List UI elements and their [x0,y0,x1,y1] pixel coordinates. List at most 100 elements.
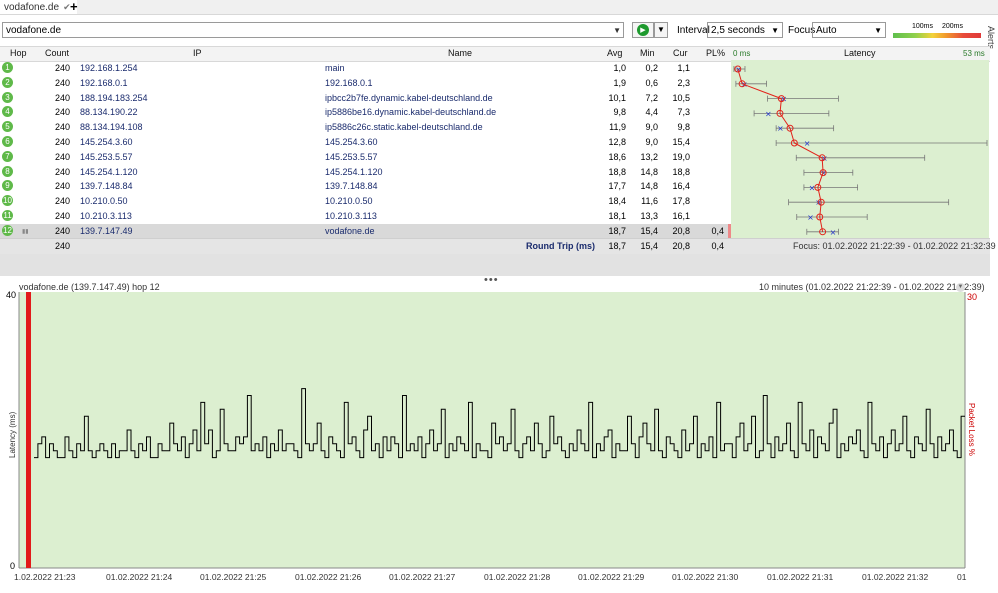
cell-name: 139.7.148.84 [325,181,378,192]
col-ip[interactable]: IP [193,48,202,58]
hop-number-badge: 7 [2,150,13,162]
cell-avg: 12,8 [608,137,626,147]
table-row[interactable]: 2 240 192.168.0.1 192.168.0.1 1,9 0,6 2,3 [0,76,731,91]
hop-number-badge: 8 [2,165,13,177]
hop-number-badge: 3 [2,91,13,103]
bar-chart-icon[interactable]: ▮▮ [22,228,29,235]
cell-cur: 1,1 [677,63,690,73]
cell-cur: 9,8 [677,122,690,133]
cell-cur: 15,4 [672,137,690,147]
cell-cur: 17,8 [672,196,690,207]
cell-min: 9,0 [645,137,658,147]
current-latency-marker: × [777,124,784,133]
y-axis-label: Latency (ms) [8,411,17,458]
cell-cur: 2,3 [677,77,690,88]
col-hop[interactable]: Hop [10,48,27,58]
table-row[interactable]: 8 240 145.254.1.120 145.254.1.120 18,8 14,8 18… [0,165,731,180]
y-bottom-label: 0 [10,561,15,571]
cell-count: 240 [54,137,70,147]
chevron-down-icon[interactable]: ▼ [613,23,621,39]
cell-ip: 145.254.1.120 [80,166,138,177]
col-cur[interactable]: Cur [673,48,688,58]
cell-count: 240 [54,122,70,133]
cell-name: ipbcc2b7fe.dynamic.kabel-deutschland.de [325,92,493,103]
cell-count: 240 [54,63,70,73]
table-row[interactable]: 11 240 10.210.3.113 10.210.3.113 18,1 13,3 16,… [0,209,731,224]
cell-name: 145.254.1.120 [325,166,383,177]
cell-avg: 10,1 [608,92,626,103]
tab-vodafone[interactable]: vodafone.de ✔ [0,0,77,14]
new-tab-button[interactable]: + [70,0,78,14]
x-tick-label: 01.02.2022 21:25 [200,572,266,582]
cell-count: 240 [54,166,70,177]
y2-top-label: 30 [967,292,977,302]
cell-cur: 20,8 [672,225,690,236]
x-tick-label: 01.02.2022 21:31 [767,572,833,582]
cell-cur: 19,0 [672,151,690,162]
average-latency-line [737,68,824,232]
hop-number-badge: 12 [2,224,13,236]
col-count[interactable]: Count [45,48,69,58]
col-pl[interactable]: PL% [706,48,725,58]
cell-ip: 10.210.3.113 [80,211,132,221]
cell-min: 14,8 [640,166,658,177]
cell-name: 192.168.0.1 [325,77,373,88]
table-row[interactable]: 4 240 88.134.190.22 ip5886be16.dynamic.kabe… [0,105,731,120]
cell-avg: 18,4 [608,196,626,207]
x-tick-label: 01.02.2022 21:32 [862,572,928,582]
cell-cur: 16,4 [672,181,690,192]
cell-name: main [325,63,345,73]
cell-ip: 192.168.1.254 [80,63,138,73]
x-tick-label: 01.02.2022 21:27 [389,572,455,582]
footer-avg: 18,7 [608,241,626,251]
table-row[interactable]: 10 240 10.210.0.50 10.210.0.50 18,4 11,6 17,8 [0,194,731,209]
table-row[interactable]: 5 240 88.134.194.108 ip5886c26c.static.kabe… [0,120,731,135]
cell-ip: 192.168.0.1 [80,77,128,88]
latency-history-chart: 40 0 30 Latency (ms) Packet Loss % 1.02.… [6,290,977,582]
x-tick-label: 01 [957,572,967,582]
cell-name: ip5886c26c.static.kabel-deutschland.de [325,122,483,133]
footer-cur: 20,8 [672,241,690,251]
table-row[interactable]: 12 ▮▮ 240 139.7.147.49 vodafone.de 18,7 15,4 20… [0,223,731,239]
cell-count: 240 [54,225,70,236]
legend-100ms: 100ms [912,23,934,30]
table-row[interactable]: 7 240 145.253.5.57 145.253.5.57 18,6 13,2 19,0 [0,150,731,165]
cell-avg: 18,1 [608,211,626,221]
table-row[interactable]: 3 240 188.194.183.254 ipbcc2b7fe.dynamic.ka… [0,91,731,106]
start-options-dropdown[interactable]: ▼ [654,22,668,38]
cell-ip: 139.7.148.84 [80,181,133,192]
footer-pl: 0,4 [711,241,724,251]
focus-select[interactable]: Auto ▼ [812,22,886,38]
interval-label: Interval [677,25,710,36]
hop-number-badge: 11 [2,210,13,221]
interval-select[interactable]: 2,5 seconds ▼ [707,22,783,38]
y-top-label: 40 [6,290,16,300]
footer-min: 15,4 [640,241,658,251]
cell-min: 13,2 [640,151,658,162]
cell-count: 240 [54,107,70,118]
current-latency-marker: × [765,109,772,118]
cell-avg: 18,6 [608,151,626,162]
cell-avg: 18,7 [608,225,626,236]
col-avg[interactable]: Avg [607,48,622,58]
chevron-down-icon: ▼ [874,26,882,35]
table-row[interactable]: 9 240 139.7.148.84 139.7.148.84 17,7 14,8 16,4 [0,179,731,194]
col-name[interactable]: Name [448,48,472,58]
col-latency[interactable]: Latency [844,48,876,58]
cell-min: 0,2 [645,63,658,73]
x-tick-label: 01.02.2022 21:26 [295,572,361,582]
focus-range: Focus: 01.02.2022 21:22:39 - 01.02.2022 … [793,241,996,251]
target-input[interactable]: vodafone.de ▼ [2,22,624,38]
table-row[interactable]: 1 240 192.168.1.254 main 1,0 0,2 1,1 [0,61,731,76]
table-row[interactable]: 6 240 145.254.3.60 145.254.3.60 12,8 9,0 15,4 [0,135,731,150]
splitter-handle[interactable]: ••• [484,274,499,286]
cell-count: 240 [54,211,70,221]
col-min[interactable]: Min [640,48,655,58]
target-value: vodafone.de [6,25,62,36]
cell-avg: 9,8 [613,107,626,118]
cell-name: 145.253.5.57 [325,151,378,162]
start-button[interactable]: ▶ [632,22,654,38]
cell-count: 240 [54,181,70,192]
cell-name: 145.254.3.60 [325,137,378,147]
cell-cur: 10,5 [672,92,690,103]
